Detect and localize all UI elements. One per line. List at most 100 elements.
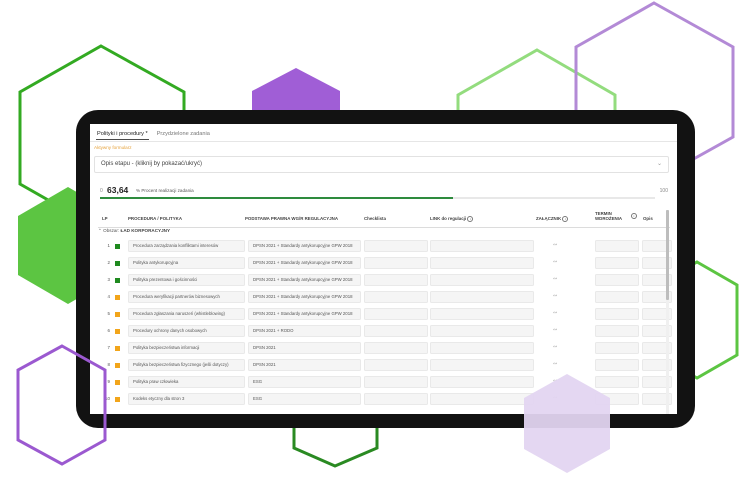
deadline-cell[interactable]	[595, 342, 639, 354]
legal-basis-cell[interactable]: DPSN 2021	[248, 342, 361, 354]
table-header: LP PROCEDURA / POLITYKA PODSTAWA PRAWNA …	[98, 210, 670, 228]
row-lp: 2	[107, 260, 110, 265]
paperclip-icon[interactable]: ∾	[553, 378, 557, 384]
deadline-cell[interactable]	[595, 325, 639, 337]
tab-assigned-tasks[interactable]: Przydzielone zadania	[156, 130, 211, 140]
checklist-cell[interactable]	[364, 359, 428, 371]
link-cell[interactable]	[430, 325, 534, 337]
link-cell[interactable]	[430, 308, 534, 320]
procedure-cell[interactable]: Procedura zgłaszania naruszeń (whistlebl…	[128, 308, 245, 320]
table-scrollbar[interactable]	[666, 210, 669, 414]
checklist-cell[interactable]	[364, 308, 428, 320]
scrollbar-thumb[interactable]	[666, 210, 669, 300]
table-row[interactable]: 10 Kodeks etyczny dla stron 3 ESG ∾	[98, 391, 672, 408]
legal-basis-cell[interactable]: ESG	[248, 376, 361, 388]
procedure-cell[interactable]: Polityka antykorupcyjna	[128, 257, 245, 269]
checklist-cell[interactable]	[364, 257, 428, 269]
tab-policies-procedures[interactable]: Polityki i procedury *	[96, 130, 149, 140]
col-link[interactable]: LINK do regulacji i	[430, 216, 474, 222]
col-attachment[interactable]: ZAŁĄCZNIK i	[536, 216, 569, 222]
legal-basis-cell[interactable]: DPSN 2021 + Standardy antykorupcyjne GPW…	[248, 274, 361, 286]
paperclip-icon[interactable]: ∾	[553, 344, 557, 350]
link-cell[interactable]	[430, 342, 534, 354]
legal-basis-cell[interactable]: DPSN 2021 + Standardy antykorupcyjne GPW…	[248, 291, 361, 303]
row-lp: 10	[105, 396, 110, 401]
procedure-cell[interactable]: Polityka prezentowa i gościnności	[128, 274, 245, 286]
link-cell[interactable]	[430, 376, 534, 388]
paperclip-icon[interactable]: ∾	[553, 293, 557, 299]
paperclip-icon[interactable]: ∾	[553, 242, 557, 248]
legal-basis-cell[interactable]: DPSN 2021 + Standardy antykorupcyjne GPW…	[248, 308, 361, 320]
link-cell[interactable]	[430, 274, 534, 286]
checklist-cell[interactable]	[364, 393, 428, 405]
row-lp: 1	[107, 243, 110, 248]
legal-basis-cell[interactable]: DPSN 2021	[248, 359, 361, 371]
procedure-cell[interactable]: Procedura weryfikacji partnerów biznesow…	[128, 291, 245, 303]
checklist-cell[interactable]	[364, 240, 428, 252]
checklist-cell[interactable]	[364, 274, 428, 286]
paperclip-icon[interactable]: ∾	[553, 361, 557, 367]
link-cell[interactable]	[430, 393, 534, 405]
link-cell[interactable]	[430, 291, 534, 303]
info-icon[interactable]: i	[562, 216, 569, 222]
row-lp: 8	[107, 362, 110, 367]
info-icon[interactable]: i	[467, 216, 474, 222]
procedure-cell[interactable]: Polityka bezpieczeństwa informacji	[128, 342, 245, 354]
stage-description-accordion[interactable]: Opis etapu - (kliknij by pokazać/ukryć) …	[94, 156, 669, 173]
procedure-cell[interactable]: Procedura zarządzania konfliktami intere…	[128, 240, 245, 252]
table-row[interactable]: 1 Procedura zarządzania konfliktami inter…	[98, 238, 672, 255]
legal-basis-cell[interactable]: ESG	[248, 393, 361, 405]
col-deadline[interactable]: TERMIN WDROŻENIA	[595, 211, 622, 221]
col-procedure[interactable]: PROCEDURA / POLITYKA	[128, 216, 182, 221]
col-checklist[interactable]: Checklista	[364, 216, 386, 221]
deadline-cell[interactable]	[595, 240, 639, 252]
status-indicator	[115, 244, 120, 249]
group-row[interactable]: ⌃ Obszar: ŁAD KORPORACYJNY	[98, 228, 170, 236]
legal-basis-cell[interactable]: DPSN 2021 + Standardy antykorupcyjne GPW…	[248, 257, 361, 269]
link-cell[interactable]	[430, 240, 534, 252]
deadline-cell[interactable]	[595, 274, 639, 286]
table-row[interactable]: 6 Procedury ochrony danych osobowych DPSN …	[98, 323, 672, 340]
deadline-cell[interactable]	[595, 359, 639, 371]
checklist-cell[interactable]	[364, 291, 428, 303]
checklist-cell[interactable]	[364, 376, 428, 388]
procedure-cell[interactable]: Procedury ochrony danych osobowych	[128, 325, 245, 337]
table-row[interactable]: 7 Polityka bezpieczeństwa informacji DPSN …	[98, 340, 672, 357]
procedure-cell[interactable]: Kodeks etyczny dla stron 3	[128, 393, 245, 405]
table-row[interactable]: 2 Polityka antykorupcyjna DPSN 2021 + Stan…	[98, 255, 672, 272]
active-form-label: Aktywny formularz	[94, 145, 132, 150]
table-row[interactable]: 4 Procedura weryfikacji partnerów bizneso…	[98, 289, 672, 306]
group-label: Obszar:	[103, 228, 120, 233]
procedure-cell[interactable]: Polityka praw człowieka	[128, 376, 245, 388]
checklist-cell[interactable]	[364, 342, 428, 354]
col-lp[interactable]: LP	[102, 216, 108, 221]
deadline-info-icon[interactable]: i	[631, 213, 637, 219]
table-row[interactable]: 9 Polityka praw człowieka ESG ∾	[98, 374, 672, 391]
progress-min: 0	[100, 188, 103, 194]
progress-fill	[100, 197, 454, 199]
deadline-cell[interactable]	[595, 291, 639, 303]
paperclip-icon[interactable]: ∾	[553, 276, 557, 282]
col-legal-basis[interactable]: PODSTAWA PRAWNA WG/R REGULACYJNA	[245, 216, 338, 221]
deadline-cell[interactable]	[595, 257, 639, 269]
paperclip-icon[interactable]: ∾	[553, 395, 557, 401]
deadline-cell[interactable]	[595, 308, 639, 320]
procedure-cell[interactable]: Polityka bezpieczeństwa fizycznego (jeśl…	[128, 359, 245, 371]
deadline-cell[interactable]	[595, 376, 639, 388]
paperclip-icon[interactable]: ∾	[553, 327, 557, 333]
table-row[interactable]: 8 Polityka bezpieczeństwa fizycznego (jeś…	[98, 357, 672, 374]
link-cell[interactable]	[430, 359, 534, 371]
legal-basis-cell[interactable]: DPSN 2021 + RODO	[248, 325, 361, 337]
link-cell[interactable]	[430, 257, 534, 269]
col-link-label: LINK do regulacji	[430, 216, 467, 222]
status-indicator	[115, 261, 120, 266]
table-row[interactable]: 5 Procedura zgłaszania naruszeń (whistleb…	[98, 306, 672, 323]
table-row[interactable]: 3 Polityka prezentowa i gościnności DPSN 2…	[98, 272, 672, 289]
paperclip-icon[interactable]: ∾	[553, 259, 557, 265]
legal-basis-cell[interactable]: DPSN 2021 + Standardy antykorupcyjne GPW…	[248, 240, 361, 252]
deadline-cell[interactable]	[595, 393, 639, 405]
checklist-cell[interactable]	[364, 325, 428, 337]
accordion-label: Opis etapu - (kliknij by pokazać/ukryć)	[101, 161, 203, 167]
paperclip-icon[interactable]: ∾	[553, 310, 557, 316]
col-description[interactable]: Opis	[643, 216, 653, 221]
